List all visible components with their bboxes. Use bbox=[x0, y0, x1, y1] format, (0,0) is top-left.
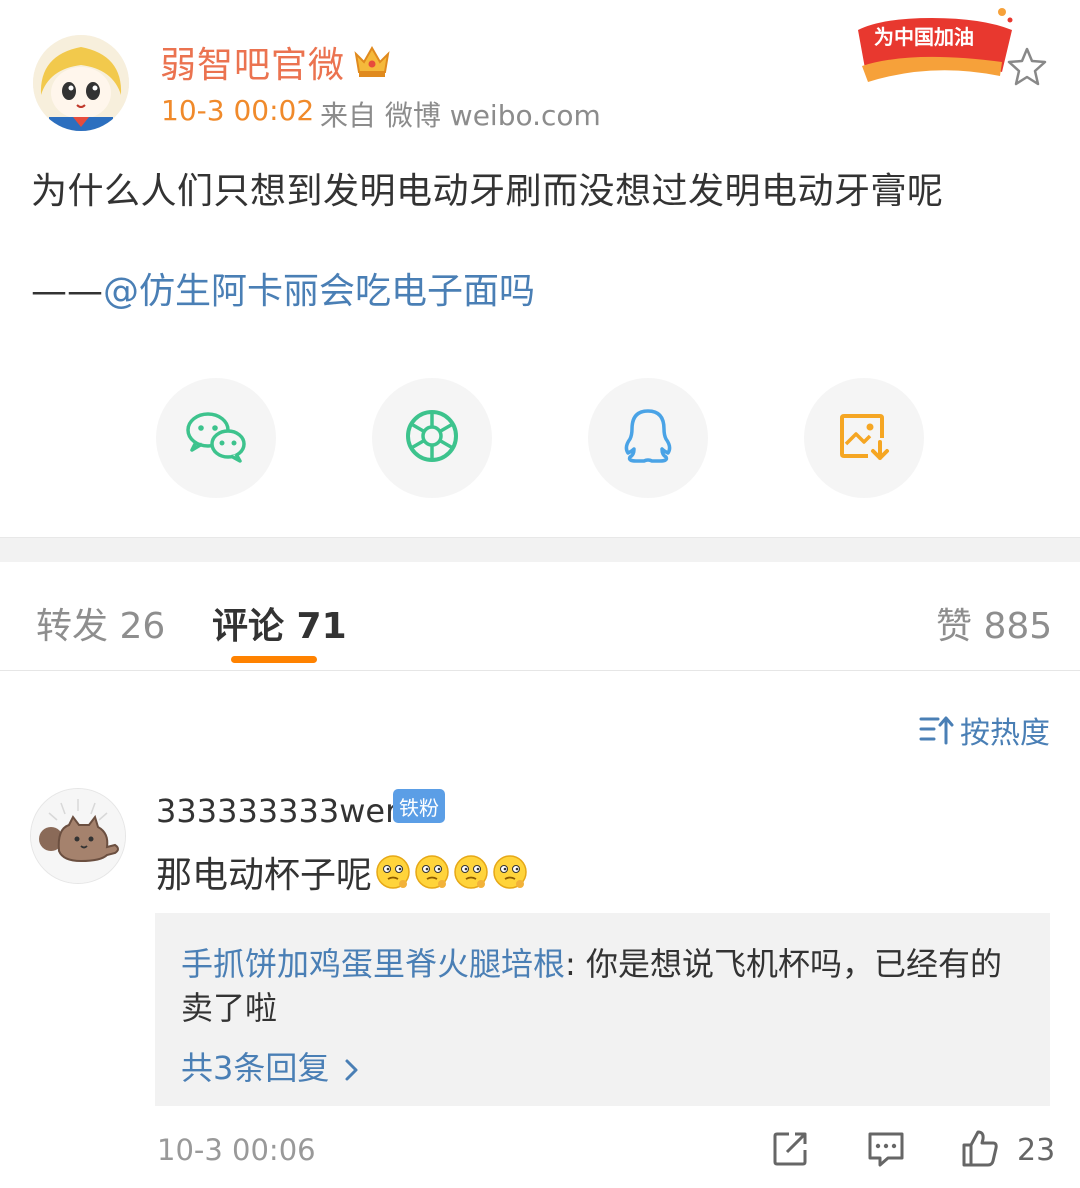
tabs-divider bbox=[0, 670, 1080, 671]
tab-repost[interactable]: 转发 26 bbox=[36, 597, 165, 649]
moments-icon bbox=[404, 408, 460, 468]
author-name[interactable]: 弱智吧官微 bbox=[160, 36, 345, 88]
thinking-emoji-icon bbox=[375, 854, 411, 890]
section-divider bbox=[0, 537, 1080, 562]
post-credit: ——@仿生阿卡丽会吃电子面吗 bbox=[31, 262, 535, 314]
like-count: 23 bbox=[1017, 1133, 1056, 1168]
event-badge[interactable]: 为中国加油 bbox=[852, 0, 1017, 92]
share-wechat-button[interactable] bbox=[156, 378, 276, 498]
thinking-emoji-icon bbox=[414, 854, 450, 890]
sort-icon bbox=[918, 713, 956, 747]
share-comment-icon[interactable] bbox=[771, 1128, 811, 1168]
credit-mention-link[interactable]: @仿生阿卡丽会吃电子面吗 bbox=[103, 271, 535, 312]
qq-icon bbox=[622, 407, 674, 469]
reply-count-label: 共3条回复 bbox=[181, 1049, 330, 1087]
active-tab-indicator bbox=[231, 656, 317, 663]
sort-label: 按热度 bbox=[960, 716, 1050, 751]
share-qq-button[interactable] bbox=[588, 378, 708, 498]
fan-badge: 铁粉 bbox=[393, 789, 445, 823]
thinking-emoji-icon bbox=[453, 854, 489, 890]
comment-text: 那电动杯子呢 bbox=[156, 846, 528, 898]
reply-separator: : bbox=[565, 945, 586, 983]
comment-time: 10-3 00:06 bbox=[157, 1133, 316, 1167]
save-image-button[interactable] bbox=[804, 378, 924, 498]
save-image-icon bbox=[836, 408, 892, 468]
tab-likes[interactable]: 赞 885 bbox=[936, 597, 1052, 649]
reply-text-continued: 卖了啦 bbox=[181, 989, 278, 1027]
post-time: 10-3 00:02 bbox=[161, 94, 315, 127]
favorite-star-icon[interactable] bbox=[1005, 45, 1049, 89]
post-content: 为什么人们只想到发明电动牙刷而没想过发明电动牙膏呢 bbox=[31, 171, 944, 212]
post-source: 来自 微博 weibo.com bbox=[320, 99, 601, 132]
commenter-avatar[interactable] bbox=[30, 788, 126, 884]
comment-text-body: 那电动杯子呢 bbox=[156, 855, 373, 896]
event-badge-text: 为中国加油 bbox=[874, 25, 974, 49]
wechat-icon bbox=[184, 408, 248, 468]
share-moments-button[interactable] bbox=[372, 378, 492, 498]
author-avatar[interactable] bbox=[33, 35, 129, 131]
credit-dash: —— bbox=[31, 271, 103, 312]
reply-comment-icon[interactable] bbox=[866, 1128, 906, 1168]
sort-by-hot-button[interactable]: 按热度 bbox=[918, 708, 1050, 752]
thinking-emoji-icon bbox=[492, 854, 528, 890]
chevron-right-icon bbox=[343, 1053, 361, 1081]
vip-crown-icon bbox=[352, 42, 392, 80]
commenter-name[interactable]: 333333333wer bbox=[156, 792, 398, 830]
view-all-replies-link[interactable]: 共3条回复 bbox=[181, 1043, 361, 1089]
reply-text: 你是想说飞机杯吗，已经有的 bbox=[585, 945, 1002, 983]
tab-comments[interactable]: 评论 71 bbox=[212, 597, 347, 649]
like-thumb-icon[interactable] bbox=[960, 1128, 1000, 1168]
reply-preview-line: 手抓饼加鸡蛋里脊火腿培根: 你是想说飞机杯吗，已经有的 bbox=[181, 939, 1002, 985]
reply-username-link[interactable]: 手抓饼加鸡蛋里脊火腿培根 bbox=[181, 945, 565, 983]
